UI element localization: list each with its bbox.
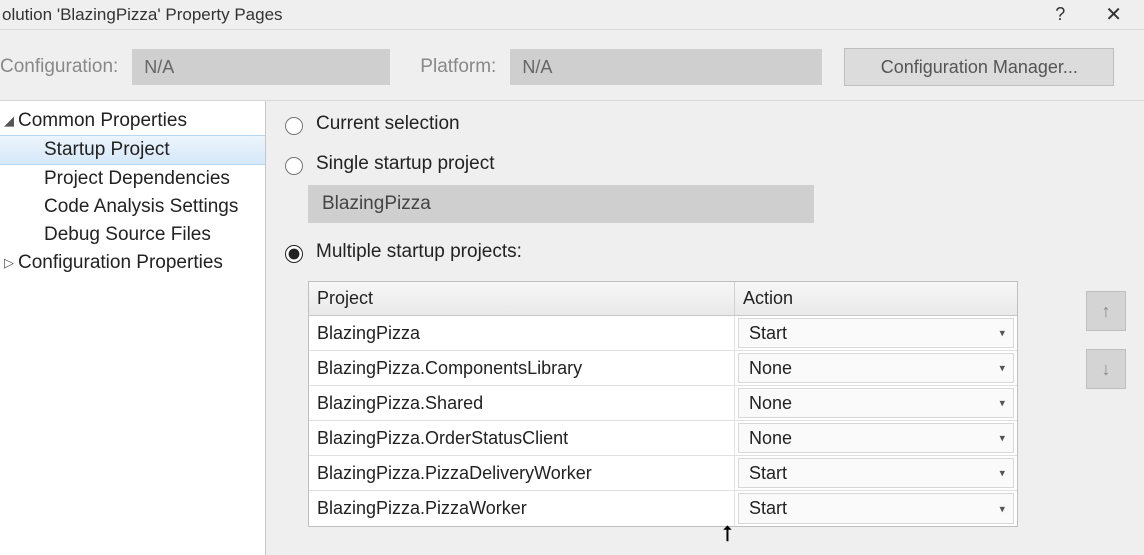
move-down-button[interactable]: ↓ [1086,349,1126,389]
cell-project: BlazingPizza [309,316,735,350]
tree-item-label: Debug Source Files [44,224,211,246]
tree-item-label: Startup Project [44,139,170,161]
nav-tree: ◢ Common Properties Startup Project Proj… [0,101,266,555]
table-row[interactable]: BlazingPizza.OrderStatusClient None ▾ [309,421,1017,456]
action-value: None [749,393,792,414]
tree-item-common-properties[interactable]: ◢ Common Properties [0,107,265,135]
action-value: Start [749,498,787,519]
radio-single-startup-input[interactable] [285,157,303,175]
collapse-icon: ◢ [2,113,18,129]
single-startup-value: BlazingPizza [322,193,431,215]
move-up-button[interactable]: ↑ [1086,291,1126,331]
cell-project: BlazingPizza.PizzaDeliveryWorker [309,456,735,490]
configuration-label: Configuration: [0,56,122,78]
radio-label: Single startup project [316,153,495,175]
tree-item-label: Project Dependencies [44,168,230,190]
chevron-down-icon: ▾ [999,362,1005,375]
platform-value: N/A [522,57,552,78]
window-title: olution 'BlazingPizza' Property Pages [0,5,283,25]
tree-item-label: Common Properties [18,110,187,132]
body: ◢ Common Properties Startup Project Proj… [0,101,1144,555]
chevron-down-icon: ▾ [999,502,1005,515]
radio-multiple-startup[interactable]: Multiple startup projects: [280,241,1072,263]
radio-single-startup[interactable]: Single startup project [280,153,1072,175]
action-value: None [749,358,792,379]
projects-table: Project Action BlazingPizzaStart▾Blazing… [308,281,1018,527]
radio-label: Multiple startup projects: [316,241,522,263]
chevron-down-icon: ▾ [999,397,1005,410]
single-startup-dropdown[interactable]: BlazingPizza [308,185,814,223]
content-panel: Current selection Single startup project… [266,101,1144,555]
configuration-row: Configuration: N/A Platform: N/A Configu… [0,30,1144,101]
chevron-down-icon: ▾ [999,467,1005,480]
cell-action-dropdown[interactable]: Start ▾ [738,318,1014,348]
action-value: None [749,428,792,449]
tree-item-debug-source-files[interactable]: Debug Source Files [0,221,265,249]
configuration-dropdown[interactable]: N/A [132,49,390,85]
cell-project: BlazingPizza.OrderStatusClient [309,421,735,455]
table-row[interactable]: BlazingPizza.PizzaWorker Start ▾ [309,491,1017,526]
startup-project-panel: Current selection Single startup project… [280,109,1072,548]
chevron-down-icon: ▾ [999,432,1005,445]
tree-item-label: Configuration Properties [18,252,223,274]
reorder-buttons: ↑ ↓ [1072,291,1126,548]
radio-label: Current selection [316,113,460,135]
chevron-down-icon: ▾ [999,327,1005,340]
help-button[interactable]: ? [1047,4,1073,25]
configuration-value: N/A [144,57,174,78]
column-header-action[interactable]: Action [735,282,1017,315]
cell-action-dropdown[interactable]: Start ▾ [738,493,1014,524]
tree-item-startup-project[interactable]: Startup Project [0,135,265,165]
title-bar: olution 'BlazingPizza' Property Pages ? … [0,0,1144,30]
table-body: BlazingPizzaStart▾BlazingPizza.Component… [309,316,1017,526]
action-value: Start [749,323,787,344]
expand-icon: ▷ [2,255,18,271]
cell-action-dropdown[interactable]: None ▾ [738,423,1014,453]
configuration-manager-button[interactable]: Configuration Manager... [844,48,1114,86]
arrow-up-icon: ↑ [1102,301,1111,322]
table-row[interactable]: BlazingPizza Start ▾ [309,316,1017,351]
table-row[interactable]: BlazingPizza.ComponentsLibrary None ▾ [309,351,1017,386]
cell-project: BlazingPizza.PizzaWorker [309,491,735,526]
property-pages-window: olution 'BlazingPizza' Property Pages ? … [0,0,1144,555]
platform-dropdown[interactable]: N/A [510,49,822,85]
close-button[interactable]: ✕ [1097,2,1130,27]
action-value: Start [749,463,787,484]
radio-current-selection[interactable]: Current selection [280,113,1072,135]
platform-label: Platform: [420,56,500,78]
radio-multiple-startup-input[interactable] [285,245,303,263]
column-header-project[interactable]: Project [309,282,735,315]
table-row[interactable]: BlazingPizza.PizzaDeliveryWorker Start ▾ [309,456,1017,491]
arrow-down-icon: ↓ [1102,359,1111,380]
cell-project: BlazingPizza.ComponentsLibrary [309,351,735,385]
table-header: Project Action [309,282,1017,316]
cell-action-dropdown[interactable]: None ▾ [738,353,1014,383]
cell-project: BlazingPizza.Shared [309,386,735,420]
table-row[interactable]: BlazingPizza.Shared None ▾ [309,386,1017,421]
tree-item-code-analysis[interactable]: Code Analysis Settings [0,193,265,221]
radio-current-selection-input[interactable] [285,117,303,135]
tree-item-configuration-properties[interactable]: ▷ Configuration Properties [0,249,265,277]
window-controls: ? ✕ [1047,2,1136,27]
cell-action-dropdown[interactable]: Start ▾ [738,458,1014,488]
tree-item-project-dependencies[interactable]: Project Dependencies [0,165,265,193]
cell-action-dropdown[interactable]: None ▾ [738,388,1014,418]
tree-item-label: Code Analysis Settings [44,196,238,218]
